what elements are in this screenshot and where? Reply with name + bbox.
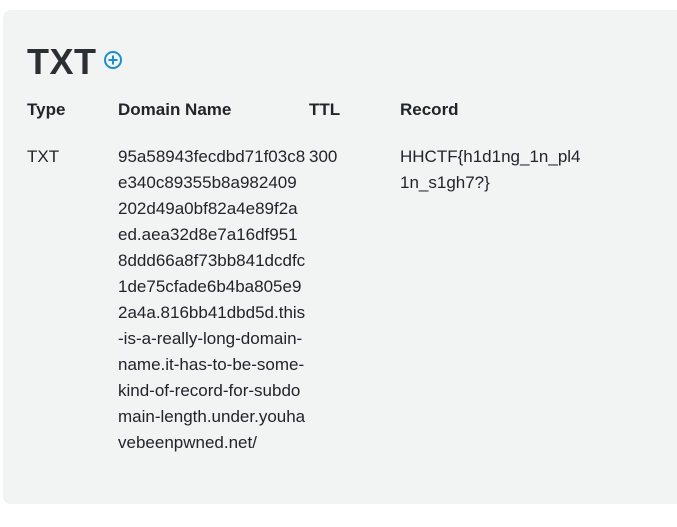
plus-circle-icon[interactable] xyxy=(103,50,123,70)
txt-records-table: Type Domain Name TTL Record TXT 95a58943… xyxy=(27,92,590,456)
txt-records-card: TXT Type Domain Name TTL Record TXT 95a5… xyxy=(3,10,677,504)
table-header-row: Type Domain Name TTL Record xyxy=(27,92,590,140)
cell-ttl: 300 xyxy=(309,147,338,166)
cell-record: HHCTF{h1d1ng_1n_pl41n_s1gh7?} xyxy=(400,147,581,192)
cell-type: TXT xyxy=(27,147,60,166)
column-header-type: Type xyxy=(27,100,66,119)
table-row: TXT 95a58943fecdbd71f03c8e340c89355b8a98… xyxy=(27,140,590,456)
section-header: TXT xyxy=(27,44,123,80)
cell-domain: 95a58943fecdbd71f03c8e340c89355b8a982409… xyxy=(118,147,306,452)
column-header-ttl: TTL xyxy=(309,100,341,119)
section-title: TXT xyxy=(27,41,97,82)
column-header-domain: Domain Name xyxy=(118,100,232,119)
column-header-record: Record xyxy=(400,100,459,119)
